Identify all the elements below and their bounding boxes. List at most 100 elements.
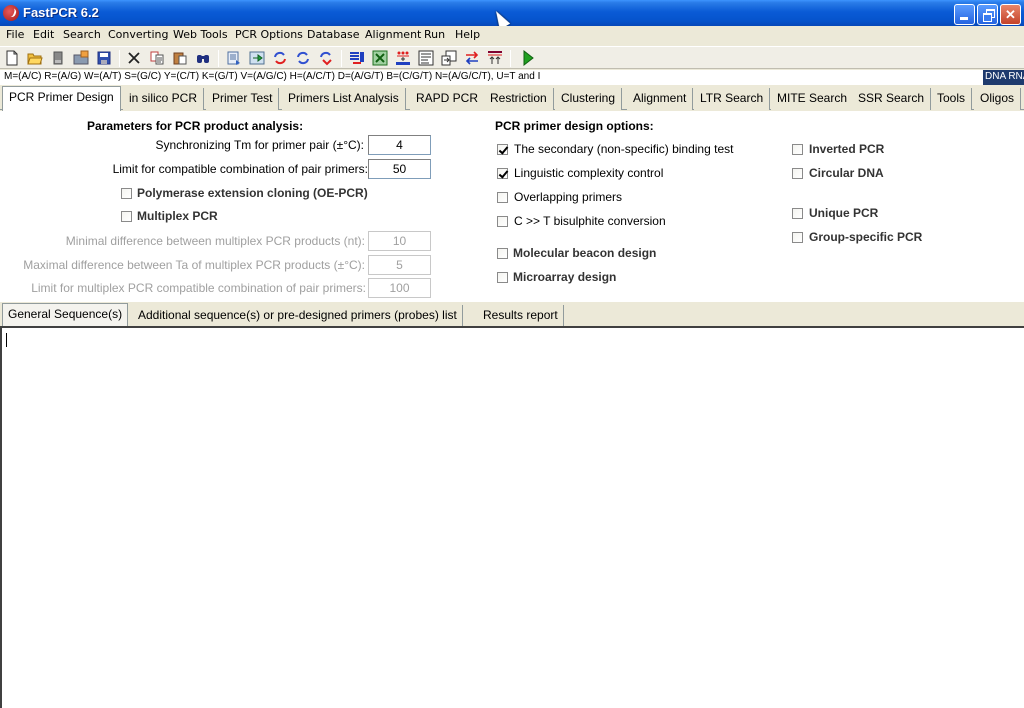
group-specific-pcr-label[interactable]: Group-specific PCR [809,230,922,244]
circular-dna-checkbox[interactable] [792,168,803,179]
toolbar-separator [119,50,120,67]
menu-file[interactable]: File [6,28,24,41]
overlapping-primers-label[interactable]: Overlapping primers [514,190,622,204]
delete-icon[interactable] [126,50,142,66]
overlapping-primers-checkbox[interactable] [497,192,508,203]
refresh-blue-icon[interactable] [295,50,311,66]
multiplex-pcr-label[interactable]: Multiplex PCR [137,209,218,223]
tab-mite-search[interactable]: MITE Search [771,88,855,110]
sequence-tabs: General Sequence(s) Additional sequence(… [0,302,1024,327]
excel-export-icon[interactable] [372,50,388,66]
tab-restriction[interactable]: Restriction [484,88,554,110]
tab-in-silico-pcr[interactable]: in silico PCR [123,88,205,110]
menu-converting[interactable]: Converting [108,28,169,41]
text-view-icon[interactable] [418,50,434,66]
design-options-heading: PCR primer design options: [495,119,654,133]
redo-red-icon[interactable] [318,50,334,66]
tab-clustering[interactable]: Clustering [555,88,623,110]
tab-rapd-pcr[interactable]: RAPD PCR [410,88,486,110]
toolbar-separator [218,50,219,67]
min-diff-input[interactable]: 10 [368,231,431,251]
close-button[interactable]: ✕ [1000,4,1021,25]
limit-pairs-input[interactable]: 50 [368,159,431,179]
menu-search[interactable]: Search [63,28,101,41]
bisulphite-conversion-label[interactable]: C >> T bisulphite conversion [514,214,666,228]
secondary-binding-test-checkbox[interactable] [497,144,508,155]
unique-pcr-label[interactable]: Unique PCR [809,206,878,220]
menu-bar: File Edit Search Converting Web Tools PC… [0,26,1024,45]
text-caret [6,333,7,347]
tab-oligos[interactable]: Oligos [974,88,1022,110]
tab-ltr-search[interactable]: LTR Search [694,88,771,110]
import-icon[interactable] [249,50,265,66]
tab-results-report[interactable]: Results report [478,305,564,326]
sequence-map-icon[interactable] [395,50,411,66]
multiplex-limit-input[interactable]: 100 [368,278,431,298]
properties-icon[interactable] [226,50,242,66]
molecular-beacon-label[interactable]: Molecular beacon design [513,246,656,260]
menu-run[interactable]: Run [424,28,445,41]
menu-alignment[interactable]: Alignment [365,28,421,41]
min-diff-label: Minimal difference between multiplex PCR… [65,234,365,248]
inverted-pcr-label[interactable]: Inverted PCR [809,142,884,156]
export-window-icon[interactable] [441,50,457,66]
tab-additional-sequences[interactable]: Additional sequence(s) or pre-designed p… [133,305,463,326]
open-folder-icon[interactable] [27,50,43,66]
menu-edit[interactable]: Edit [33,28,54,41]
sync-tm-label: Synchronizing Tm for primer pair (±°C): [155,138,364,152]
iupac-code-text: M=(A/C) R=(A/G) W=(A/T) S=(G/C) Y=(C/T) … [4,71,541,82]
restore-icon [983,9,995,22]
binoculars-icon[interactable] [195,50,211,66]
oe-pcr-checkbox[interactable] [121,188,132,199]
primers-align-icon[interactable] [487,50,503,66]
max-ta-input[interactable]: 5 [368,255,431,275]
limit-pairs-label: Limit for compatible combination of pair… [112,162,368,176]
save-icon[interactable] [96,50,112,66]
secondary-binding-test-label[interactable]: The secondary (non-specific) binding tes… [514,142,733,156]
sequence-editor[interactable] [0,326,1024,708]
tab-primers-list-analysis[interactable]: Primers List Analysis [282,88,406,110]
group-specific-pcr-checkbox[interactable] [792,232,803,243]
menu-database[interactable]: Database [307,28,360,41]
app-window: FastPCR 6.2 ✕ File Edit Search Convertin… [0,0,1024,708]
inverted-pcr-checkbox[interactable] [792,144,803,155]
menu-web-tools[interactable]: Web Tools [173,28,228,41]
run-icon[interactable] [520,50,536,66]
linguistic-complexity-checkbox[interactable] [497,168,508,179]
tab-general-sequences[interactable]: General Sequence(s) [2,303,129,327]
folder-icon[interactable] [73,50,89,66]
bisulphite-conversion-checkbox[interactable] [497,216,508,227]
swap-arrows-icon[interactable] [464,50,480,66]
unique-pcr-checkbox[interactable] [792,208,803,219]
new-document-icon[interactable] [4,50,20,66]
tab-alignment[interactable]: Alignment [627,88,694,110]
molecular-beacon-checkbox[interactable] [497,248,508,259]
tab-tools[interactable]: Tools [931,88,973,110]
minimize-button[interactable] [954,4,975,25]
iupac-code-legend: M=(A/C) R=(A/G) W=(A/T) S=(G/C) Y=(C/T) … [0,70,1024,85]
sync-tm-input[interactable]: 4 [368,135,431,155]
microarray-design-checkbox[interactable] [497,272,508,283]
menu-help[interactable]: Help [455,28,480,41]
tab-pcr-primer-design[interactable]: PCR Primer Design [2,86,121,111]
dna-rna-selector[interactable]: DNA RNA [983,70,1024,85]
multiplex-limit-label: Limit for multiplex PCR compatible combi… [31,281,366,295]
multiplex-pcr-checkbox[interactable] [121,211,132,222]
params-heading: Parameters for PCR product analysis: [87,119,304,133]
title-bar[interactable]: FastPCR 6.2 ✕ [0,0,1024,26]
minimize-icon [960,17,968,20]
menu-pcr-options[interactable]: PCR Options [235,28,303,41]
microarray-design-label[interactable]: Microarray design [513,270,616,284]
circular-dna-label[interactable]: Circular DNA [809,166,884,180]
copy-icon[interactable] [149,50,165,66]
linguistic-complexity-label[interactable]: Linguistic complexity control [514,166,663,180]
tab-ssr-search[interactable]: SSR Search [852,88,932,110]
list-export-icon[interactable] [349,50,365,66]
tab-primer-test[interactable]: Primer Test [206,88,280,110]
main-tabs: PCR Primer Design in silico PCR Primer T… [0,86,1024,111]
paste-icon[interactable] [172,50,188,66]
disk-drive-icon[interactable] [50,50,66,66]
oe-pcr-label[interactable]: Polymerase extension cloning (OE-PCR) [137,186,368,200]
refresh-red-icon[interactable] [272,50,288,66]
restore-button[interactable] [977,4,998,25]
